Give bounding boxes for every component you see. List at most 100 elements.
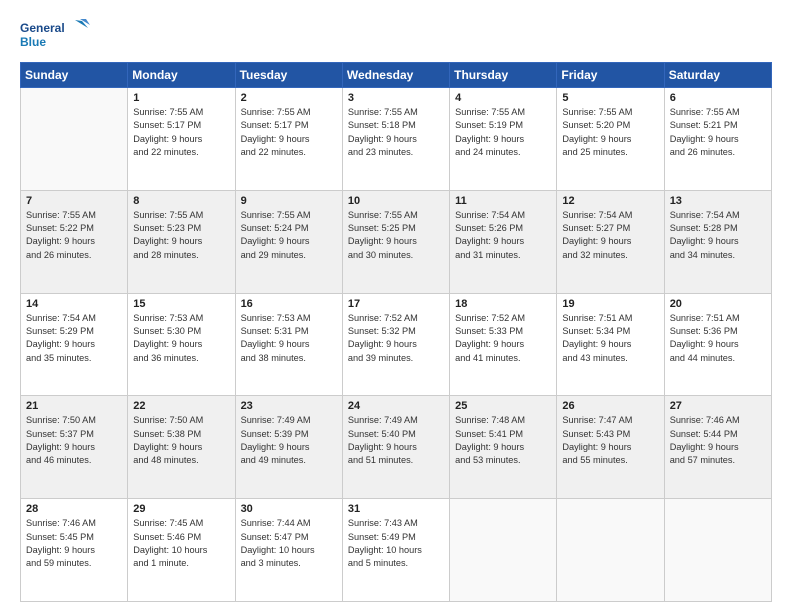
day-number: 28 (26, 503, 122, 515)
calendar-cell: 26 Sunrise: 7:47 AM Sunset: 5:43 PM Dayli… (557, 396, 664, 499)
day-info: Sunrise: 7:53 AM Sunset: 5:30 PM Dayligh… (133, 312, 229, 365)
day-number: 12 (562, 195, 658, 207)
calendar-cell: 10 Sunrise: 7:55 AM Sunset: 5:25 PM Dayli… (342, 190, 449, 293)
day-info: Sunrise: 7:55 AM Sunset: 5:17 PM Dayligh… (133, 106, 229, 159)
header: General Blue (20, 18, 772, 52)
calendar-cell: 28 Sunrise: 7:46 AM Sunset: 5:45 PM Dayli… (21, 499, 128, 602)
calendar-cell: 21Sunrise: 7:50 AM Sunset: 5:37 PM Dayli… (21, 396, 128, 499)
logo: General Blue (20, 18, 90, 52)
calendar-cell: 8 Sunrise: 7:55 AM Sunset: 5:23 PM Daylig… (128, 190, 235, 293)
day-number: 3 (348, 92, 444, 104)
weekday-header: Sunday (21, 63, 128, 88)
day-info: Sunrise: 7:53 AM Sunset: 5:31 PM Dayligh… (241, 312, 337, 365)
day-info: Sunrise: 7:55 AM Sunset: 5:22 PM Dayligh… (26, 209, 122, 262)
day-number: 29 (133, 503, 229, 515)
day-info: Sunrise: 7:49 AM Sunset: 5:40 PM Dayligh… (348, 414, 444, 467)
day-info: Sunrise: 7:46 AM Sunset: 5:44 PM Dayligh… (670, 414, 766, 467)
day-number: 23 (241, 400, 337, 412)
day-number: 24 (348, 400, 444, 412)
day-number: 9 (241, 195, 337, 207)
page: General Blue SundayMondayTuesdayWednesda… (0, 0, 792, 612)
calendar-cell: 4 Sunrise: 7:55 AM Sunset: 5:19 PM Daylig… (450, 88, 557, 191)
calendar-cell: 31Sunrise: 7:43 AM Sunset: 5:49 PM Dayli… (342, 499, 449, 602)
calendar-cell: 9 Sunrise: 7:55 AM Sunset: 5:24 PM Daylig… (235, 190, 342, 293)
day-number: 15 (133, 298, 229, 310)
day-info: Sunrise: 7:54 AM Sunset: 5:29 PM Dayligh… (26, 312, 122, 365)
calendar-cell: 20 Sunrise: 7:51 AM Sunset: 5:36 PM Dayli… (664, 293, 771, 396)
day-info: Sunrise: 7:55 AM Sunset: 5:24 PM Dayligh… (241, 209, 337, 262)
calendar-cell: 16 Sunrise: 7:53 AM Sunset: 5:31 PM Dayli… (235, 293, 342, 396)
calendar-cell (664, 499, 771, 602)
day-info: Sunrise: 7:54 AM Sunset: 5:27 PM Dayligh… (562, 209, 658, 262)
day-info: Sunrise: 7:51 AM Sunset: 5:36 PM Dayligh… (670, 312, 766, 365)
day-info: Sunrise: 7:55 AM Sunset: 5:19 PM Dayligh… (455, 106, 551, 159)
day-info: Sunrise: 7:54 AM Sunset: 5:26 PM Dayligh… (455, 209, 551, 262)
day-number: 8 (133, 195, 229, 207)
day-number: 13 (670, 195, 766, 207)
calendar-cell: 12 Sunrise: 7:54 AM Sunset: 5:27 PM Dayli… (557, 190, 664, 293)
calendar-table: SundayMondayTuesdayWednesdayThursdayFrid… (20, 62, 772, 602)
calendar-cell: 18 Sunrise: 7:52 AM Sunset: 5:33 PM Dayli… (450, 293, 557, 396)
day-number: 30 (241, 503, 337, 515)
day-number: 26 (562, 400, 658, 412)
day-number: 17 (348, 298, 444, 310)
calendar-cell (557, 499, 664, 602)
day-info: Sunrise: 7:52 AM Sunset: 5:33 PM Dayligh… (455, 312, 551, 365)
day-number: 18 (455, 298, 551, 310)
calendar-cell: 22 Sunrise: 7:50 AM Sunset: 5:38 PM Dayli… (128, 396, 235, 499)
day-info: Sunrise: 7:46 AM Sunset: 5:45 PM Dayligh… (26, 517, 122, 570)
day-number: 27 (670, 400, 766, 412)
calendar-cell (21, 88, 128, 191)
day-number: 6 (670, 92, 766, 104)
day-info: Sunrise: 7:55 AM Sunset: 5:21 PM Dayligh… (670, 106, 766, 159)
calendar-cell: 19Sunrise: 7:51 AM Sunset: 5:34 PM Dayli… (557, 293, 664, 396)
day-info: Sunrise: 7:55 AM Sunset: 5:25 PM Dayligh… (348, 209, 444, 262)
day-info: Sunrise: 7:50 AM Sunset: 5:38 PM Dayligh… (133, 414, 229, 467)
calendar-cell: 7 Sunrise: 7:55 AM Sunset: 5:22 PM Daylig… (21, 190, 128, 293)
day-number: 10 (348, 195, 444, 207)
day-info: Sunrise: 7:47 AM Sunset: 5:43 PM Dayligh… (562, 414, 658, 467)
day-info: Sunrise: 7:52 AM Sunset: 5:32 PM Dayligh… (348, 312, 444, 365)
calendar-cell: 23 Sunrise: 7:49 AM Sunset: 5:39 PM Dayli… (235, 396, 342, 499)
weekday-header: Thursday (450, 63, 557, 88)
calendar-cell: 17 Sunrise: 7:52 AM Sunset: 5:32 PM Dayli… (342, 293, 449, 396)
day-info: Sunrise: 7:54 AM Sunset: 5:28 PM Dayligh… (670, 209, 766, 262)
day-info: Sunrise: 7:49 AM Sunset: 5:39 PM Dayligh… (241, 414, 337, 467)
day-number: 16 (241, 298, 337, 310)
weekday-header: Saturday (664, 63, 771, 88)
day-number: 4 (455, 92, 551, 104)
calendar-cell: 11Sunrise: 7:54 AM Sunset: 5:26 PM Dayli… (450, 190, 557, 293)
calendar-cell: 6 Sunrise: 7:55 AM Sunset: 5:21 PM Daylig… (664, 88, 771, 191)
day-info: Sunrise: 7:55 AM Sunset: 5:23 PM Dayligh… (133, 209, 229, 262)
day-info: Sunrise: 7:51 AM Sunset: 5:34 PM Dayligh… (562, 312, 658, 365)
calendar-cell: 13 Sunrise: 7:54 AM Sunset: 5:28 PM Dayli… (664, 190, 771, 293)
calendar-cell: 29 Sunrise: 7:45 AM Sunset: 5:46 PM Dayli… (128, 499, 235, 602)
weekday-header: Friday (557, 63, 664, 88)
calendar-cell: 27 Sunrise: 7:46 AM Sunset: 5:44 PM Dayli… (664, 396, 771, 499)
day-info: Sunrise: 7:45 AM Sunset: 5:46 PM Dayligh… (133, 517, 229, 570)
day-info: Sunrise: 7:55 AM Sunset: 5:20 PM Dayligh… (562, 106, 658, 159)
day-info: Sunrise: 7:55 AM Sunset: 5:17 PM Dayligh… (241, 106, 337, 159)
weekday-header: Wednesday (342, 63, 449, 88)
weekday-header: Monday (128, 63, 235, 88)
day-number: 20 (670, 298, 766, 310)
calendar-cell: 30Sunrise: 7:44 AM Sunset: 5:47 PM Dayli… (235, 499, 342, 602)
day-info: Sunrise: 7:48 AM Sunset: 5:41 PM Dayligh… (455, 414, 551, 467)
calendar-cell: 24 Sunrise: 7:49 AM Sunset: 5:40 PM Dayli… (342, 396, 449, 499)
day-info: Sunrise: 7:43 AM Sunset: 5:49 PM Dayligh… (348, 517, 444, 570)
calendar-cell: 2 Sunrise: 7:55 AM Sunset: 5:17 PM Daylig… (235, 88, 342, 191)
day-number: 25 (455, 400, 551, 412)
calendar-cell (450, 499, 557, 602)
svg-text:Blue: Blue (20, 35, 46, 49)
calendar-cell: 25 Sunrise: 7:48 AM Sunset: 5:41 PM Dayli… (450, 396, 557, 499)
day-number: 5 (562, 92, 658, 104)
day-number: 2 (241, 92, 337, 104)
day-number: 7 (26, 195, 122, 207)
day-number: 14 (26, 298, 122, 310)
calendar-cell: 5 Sunrise: 7:55 AM Sunset: 5:20 PM Daylig… (557, 88, 664, 191)
day-number: 22 (133, 400, 229, 412)
calendar-cell: 1Sunrise: 7:55 AM Sunset: 5:17 PM Daylig… (128, 88, 235, 191)
calendar-cell: 3Sunrise: 7:55 AM Sunset: 5:18 PM Daylig… (342, 88, 449, 191)
logo-icon: General Blue (20, 18, 90, 52)
calendar-cell: 15 Sunrise: 7:53 AM Sunset: 5:30 PM Dayli… (128, 293, 235, 396)
